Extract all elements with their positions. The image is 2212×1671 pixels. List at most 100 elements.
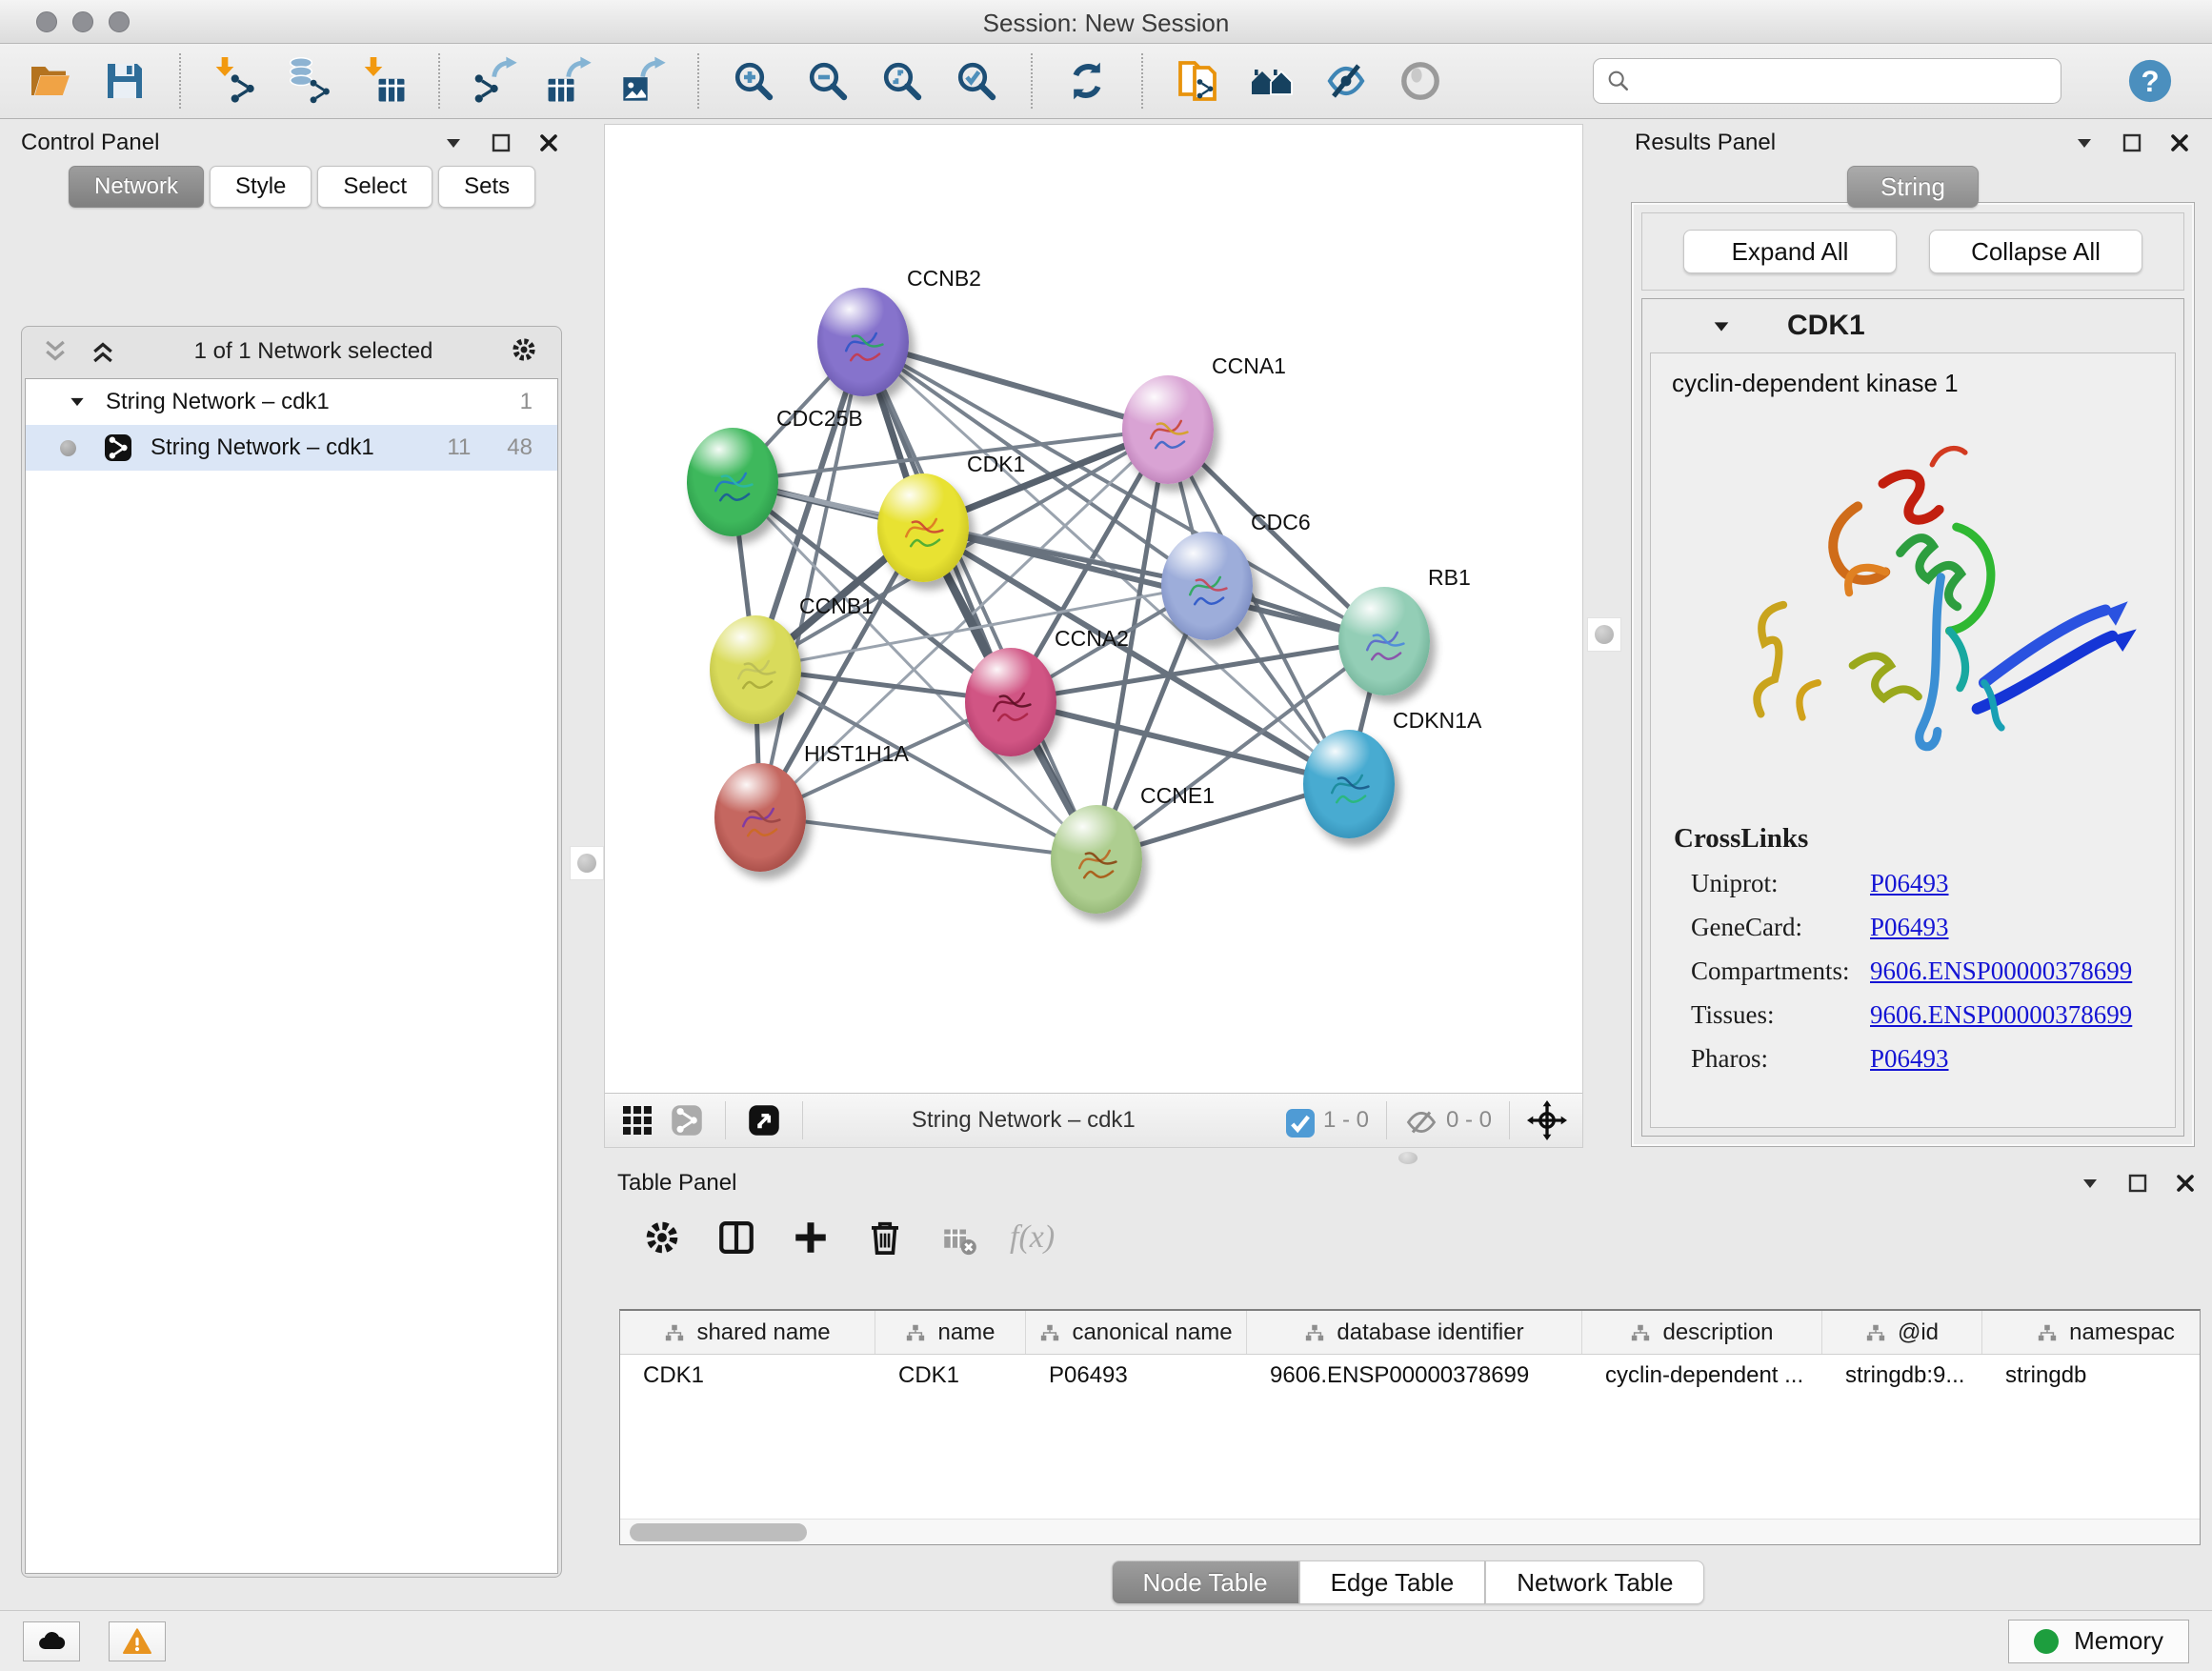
clipboard-network-button[interactable] [1172,55,1223,107]
collection-expand-icon[interactable] [68,393,87,412]
cell: cyclin-dependent ... [1582,1362,1822,1389]
zoom-in-button[interactable] [728,55,779,107]
left-splitter-handle[interactable] [570,846,604,880]
network-canvas[interactable]: CCNB2CCNA1CDC25BCDK1CDC6RB1CCNB1CCNA2CDK… [605,125,1582,1093]
save-session-button[interactable] [99,55,151,107]
open-view-window-icon[interactable] [747,1103,781,1137]
network-node-RB1[interactable] [1338,587,1430,695]
crosslink-label: Pharos: [1664,1044,1870,1074]
memory-button[interactable]: Memory [2008,1620,2189,1663]
zoom-selected-button[interactable] [951,55,1002,107]
hide-glyphs-button[interactable] [1320,55,1372,107]
network-node-CCNA2[interactable] [965,648,1056,756]
string-home-button[interactable] [1246,55,1297,107]
column-header-shared-name[interactable]: shared name [620,1311,875,1354]
scrollbar-thumb[interactable] [630,1523,807,1541]
collapse-all-networks-icon[interactable] [89,337,117,366]
tab-sets[interactable]: Sets [438,166,535,208]
column-header-namespac[interactable]: namespac [1982,1311,2201,1354]
table-panel-menu-icon[interactable] [2079,1172,2101,1195]
crosslink-link[interactable]: 9606.ENSP00000378699 [1870,956,2132,986]
tab-string[interactable]: String [1847,166,1979,208]
zoom-out-button[interactable] [802,55,854,107]
network-edge[interactable] [862,342,1166,430]
expand-all-networks-icon[interactable] [41,337,70,366]
search-box [1593,58,2061,104]
table-row[interactable]: CDK1CDK1P064939606.ENSP00000378699cyclin… [620,1355,2200,1397]
import-network-file-button[interactable] [210,55,261,107]
birdseye-grid-icon[interactable] [620,1103,654,1137]
gene-section-collapse-icon[interactable] [1711,316,1730,335]
tab-edge-table[interactable]: Edge Table [1299,1560,1486,1604]
tab-network-table[interactable]: Network Table [1485,1560,1704,1604]
column-header-name[interactable]: name [875,1311,1026,1354]
tab-select[interactable]: Select [317,166,432,208]
export-image-button[interactable] [617,55,669,107]
expand-all-button[interactable]: Expand All [1683,230,1897,273]
column-header-description[interactable]: description [1582,1311,1822,1354]
network-edge[interactable] [862,342,1096,858]
network-node-CCNA1[interactable] [1122,375,1214,484]
control-panel-float-icon[interactable] [490,131,513,154]
export-table-button[interactable] [543,55,594,107]
control-panel-close-icon[interactable] [537,131,560,154]
crosshair-icon[interactable] [1527,1100,1567,1140]
tab-style[interactable]: Style [210,166,312,208]
crosslink-link[interactable]: P06493 [1870,869,1949,898]
network-node-CDKN1A[interactable] [1303,730,1395,838]
control-panel-menu-icon[interactable] [442,131,465,154]
delete-column-icon[interactable] [865,1218,905,1258]
network-share-icon[interactable] [670,1103,704,1137]
network-edge[interactable] [760,816,1096,858]
node-label-CCNB1: CCNB1 [799,594,874,619]
network-node-HIST1H1A[interactable] [714,763,806,872]
table-panel-close-icon[interactable] [2174,1172,2197,1195]
column-header--id[interactable]: @id [1822,1311,1982,1354]
network-selection-status: 1 of 1 Network selected [136,338,491,365]
refresh-button[interactable] [1061,55,1113,107]
network-collection-row[interactable]: String Network – cdk1 1 [26,379,557,425]
tab-node-table[interactable]: Node Table [1112,1560,1299,1604]
add-column-icon[interactable] [791,1218,831,1258]
tab-network[interactable]: Network [69,166,204,208]
selected-checkbox-icon[interactable] [1283,1106,1312,1135]
results-panel-float-icon[interactable] [2121,131,2143,154]
select-columns-icon[interactable] [716,1218,756,1258]
help-button[interactable]: ? [2126,57,2174,105]
crosslink-link[interactable]: 9606.ENSP00000378699 [1870,1000,2132,1030]
node-label-RB1: RB1 [1428,565,1471,591]
search-input[interactable] [1641,68,2049,94]
hidden-eye-icon[interactable] [1404,1105,1435,1136]
protein-ribbon-glyph [1173,549,1242,625]
horizontal-splitter-handle[interactable] [1398,1152,1418,1164]
network-node-CCNB1[interactable] [710,615,801,724]
network-row[interactable]: String Network – cdk1 11 48 [26,425,557,471]
show-glyphs-button[interactable] [1395,55,1446,107]
network-node-CDK1[interactable] [877,473,969,582]
right-splitter-handle[interactable] [1587,617,1621,652]
network-options-gear-icon[interactable] [510,335,542,368]
column-header-canonical-name[interactable]: canonical name [1026,1311,1247,1354]
export-network-button[interactable] [469,55,520,107]
import-table-button[interactable] [358,55,410,107]
toolbar-separator [1141,53,1143,109]
crosslink-row: Uniprot:P06493 [1664,869,2162,898]
table-panel-float-icon[interactable] [2126,1172,2149,1195]
warning-status-button[interactable] [109,1621,166,1661]
cloud-status-button[interactable] [23,1621,80,1661]
import-network-database-button[interactable] [284,55,335,107]
crosslink-link[interactable]: P06493 [1870,913,1949,942]
network-node-CDC25B[interactable] [687,428,778,536]
memory-ok-icon [2034,1629,2059,1654]
table-gear-icon[interactable] [642,1218,682,1258]
results-panel-menu-icon[interactable] [2073,131,2096,154]
collapse-all-button[interactable]: Collapse All [1929,230,2142,273]
results-panel-close-icon[interactable] [2168,131,2191,154]
network-node-CCNE1[interactable] [1051,805,1142,914]
open-session-button[interactable] [25,55,76,107]
network-node-CDC6[interactable] [1161,532,1253,640]
zoom-fit-button[interactable] [876,55,928,107]
crosslink-link[interactable]: P06493 [1870,1044,1949,1074]
column-header-database-identifier[interactable]: database identifier [1247,1311,1582,1354]
network-node-CCNB2[interactable] [817,288,909,396]
